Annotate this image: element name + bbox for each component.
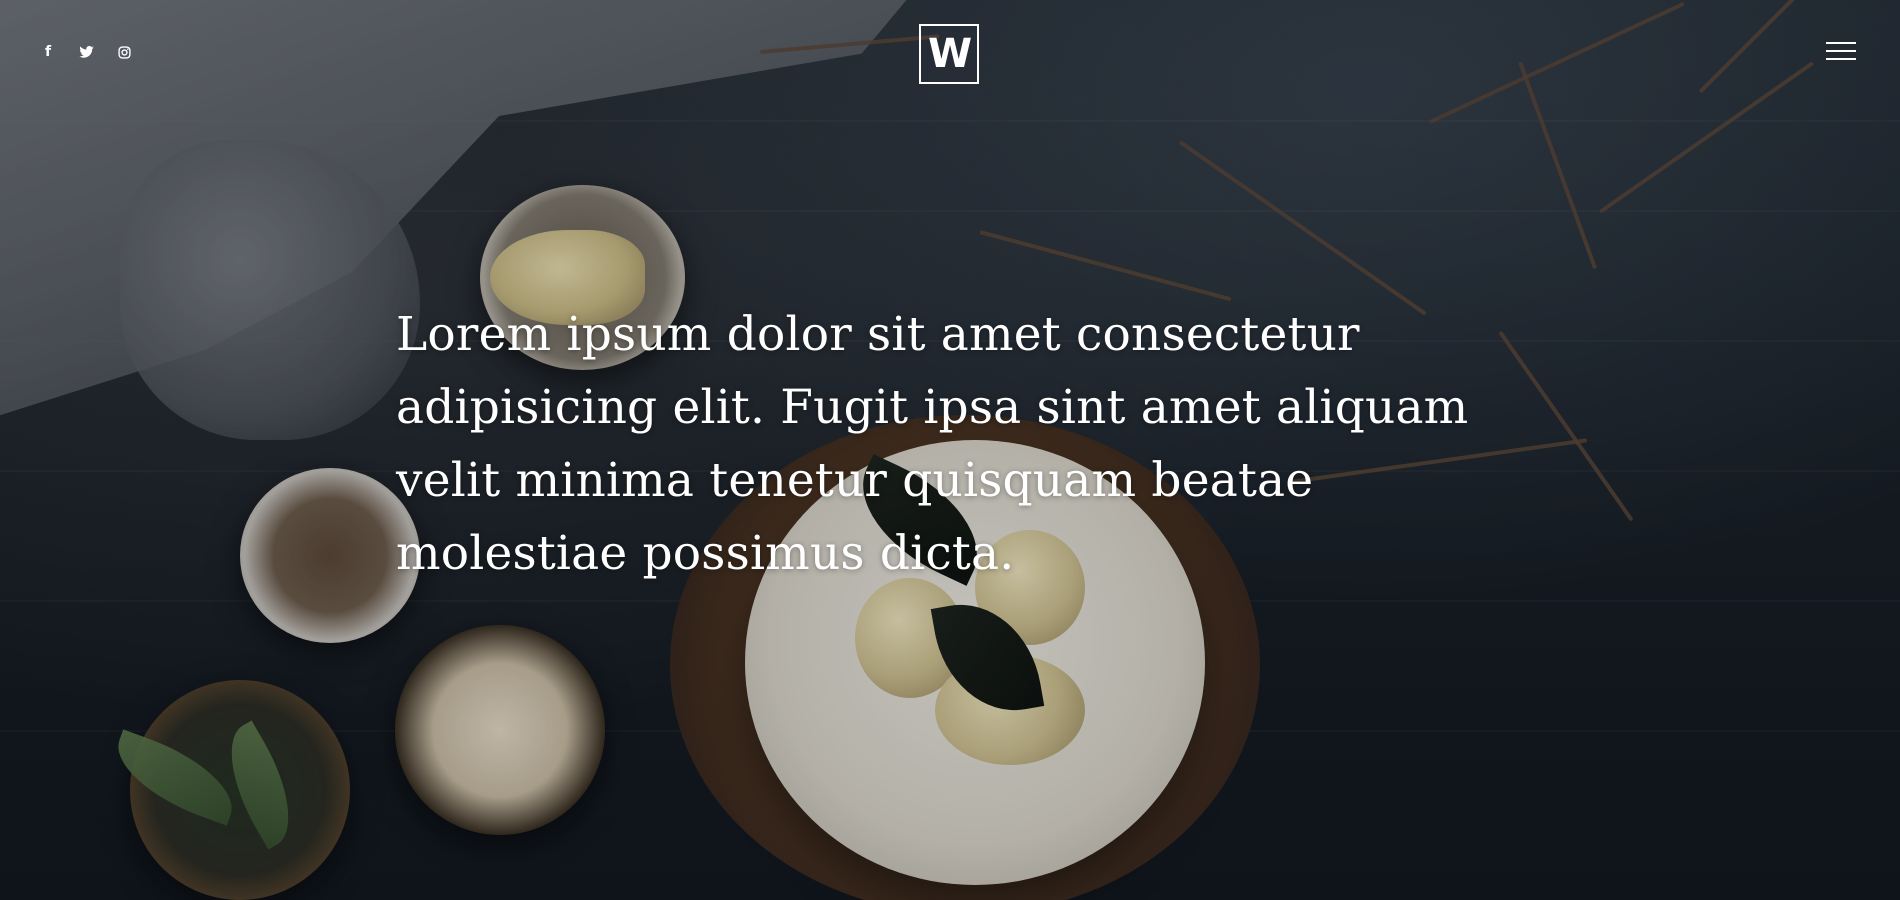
hamburger-icon-line: [1826, 58, 1856, 60]
hero-section: f W Lorem ipsum dolor sit amet consectet…: [0, 0, 1900, 900]
site-logo[interactable]: W: [919, 24, 979, 84]
instagram-link[interactable]: [114, 44, 134, 60]
facebook-icon: f: [44, 44, 52, 60]
hamburger-icon-line: [1826, 50, 1856, 52]
logo-letter: W: [927, 31, 972, 77]
twitter-icon: [78, 46, 94, 58]
menu-toggle-button[interactable]: [1826, 42, 1858, 60]
hamburger-icon-line: [1826, 42, 1856, 44]
twitter-link[interactable]: [76, 44, 96, 60]
hero-headline: Lorem ipsum dolor sit amet consectetur a…: [396, 307, 1469, 581]
facebook-link[interactable]: f: [38, 44, 58, 60]
social-links: f: [38, 44, 134, 60]
instagram-icon: [117, 45, 131, 59]
